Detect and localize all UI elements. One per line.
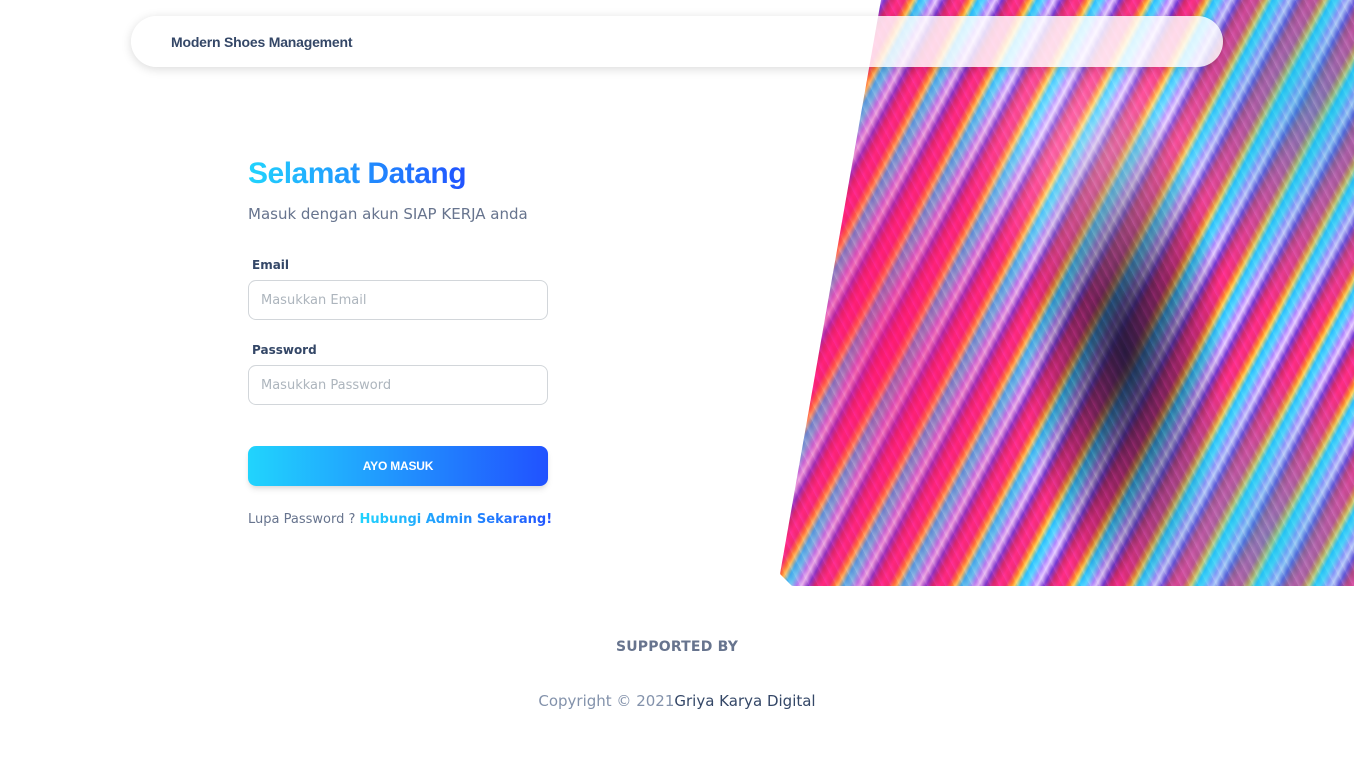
- supported-by-heading: SUPPORTED BY: [615, 639, 739, 655]
- copyright-text: Copyright © 2021: [538, 692, 675, 710]
- company-name: Griya Karya Digital: [674, 692, 816, 710]
- forgot-password-label: Lupa Password ?: [248, 512, 356, 527]
- login-button[interactable]: AYO MASUK: [248, 446, 548, 486]
- welcome-title: Selamat Datang: [248, 155, 467, 193]
- login-subtitle: Masuk dengan akun SIAP KERJA anda: [248, 205, 528, 223]
- email-input[interactable]: [248, 280, 548, 320]
- login-form: Selamat Datang Masuk dengan akun SIAP KE…: [248, 155, 552, 527]
- password-input[interactable]: [248, 365, 548, 405]
- contact-admin-link[interactable]: Hubungi Admin Sekarang!: [360, 512, 553, 527]
- brand-link[interactable]: Modern Shoes Management: [171, 34, 353, 50]
- copyright: Copyright © 2021Griya Karya Digital: [0, 692, 1354, 710]
- abstract-artwork-image: [780, 0, 1354, 586]
- password-label: Password: [252, 343, 317, 357]
- forgot-password-text: Lupa Password ? Hubungi Admin Sekarang!: [248, 512, 552, 527]
- email-label: Email: [252, 258, 290, 272]
- navbar: Modern Shoes Management: [131, 16, 1223, 67]
